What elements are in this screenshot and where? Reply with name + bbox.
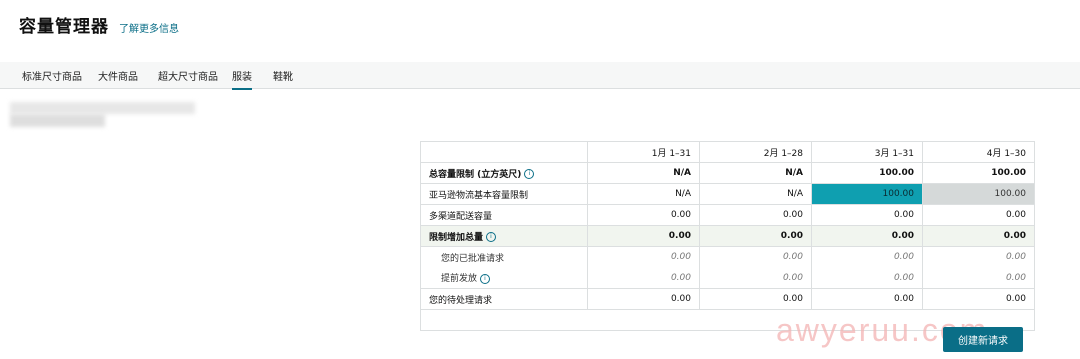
table-cell: N/A: [587, 183, 700, 205]
tab-apparel[interactable]: 服装: [232, 68, 252, 90]
column-header: [420, 141, 588, 163]
table-cell: 0.00: [587, 246, 700, 268]
info-icon[interactable]: i: [486, 232, 497, 242]
redacted-text: [10, 102, 195, 114]
row-label: 您的待处理请求: [420, 288, 588, 310]
table-cell: 0.00: [922, 246, 1035, 268]
table-cell: 0.00: [922, 204, 1035, 226]
column-header-mar: 3月 1–31: [811, 141, 923, 163]
tab-standard-size[interactable]: 标准尺寸商品: [22, 68, 82, 88]
create-new-request-button[interactable]: 创建新请求: [943, 327, 1023, 352]
page-header: 容量管理器 了解更多信息: [19, 12, 179, 37]
table-cell: 0.00: [587, 204, 700, 226]
learn-more-link[interactable]: 了解更多信息: [119, 20, 179, 35]
table-row-pending-requests: 您的待处理请求 0.00 0.00 0.00 0.00: [420, 288, 1035, 310]
column-header-feb: 2月 1–28: [699, 141, 812, 163]
table-cell: 0.00: [922, 288, 1035, 310]
table-row-early-release: 提前发放 i 0.00 0.00 0.00 0.00: [420, 267, 1035, 289]
column-header-jan: 1月 1–31: [587, 141, 700, 163]
table-row-total-limit: 总容量限制 (立方英尺) i N/A N/A 100.00 100.00: [420, 162, 1035, 184]
table-cell: 0.00: [699, 225, 812, 247]
table-cell: 0.00: [699, 288, 812, 310]
table-row-total-increase: 限制增加总量 i 0.00 0.00 0.00 0.00: [420, 225, 1035, 247]
table-row-mcf-capacity: 多渠道配送容量 0.00 0.00 0.00 0.00: [420, 204, 1035, 226]
row-label: 限制增加总量: [429, 232, 484, 243]
table-cell: N/A: [699, 183, 812, 205]
row-label-cell: 总容量限制 (立方英尺) i: [420, 162, 588, 184]
tab-extra-large[interactable]: 超大尺寸商品: [158, 68, 218, 88]
redacted-text: [10, 114, 105, 127]
table-cell-highlighted: 100.00: [922, 183, 1035, 205]
table-cell: 0.00: [587, 225, 700, 247]
tab-oversize[interactable]: 大件商品: [98, 68, 138, 88]
table-cell: 0.00: [699, 246, 812, 268]
category-tabs: 标准尺寸商品 大件商品 超大尺寸商品 服装 鞋靴: [0, 62, 1080, 90]
row-label: 您的已批准请求: [420, 246, 588, 268]
tab-footwear[interactable]: 鞋靴: [273, 68, 293, 88]
table-cell-highlighted: 100.00: [811, 183, 923, 205]
table-cell: 0.00: [587, 267, 700, 289]
table-cell: 0.00: [922, 267, 1035, 289]
table-row-base-limit: 亚马逊物流基本容量限制 N/A N/A 100.00 100.00: [420, 183, 1035, 205]
table-header-row: 1月 1–31 2月 1–28 3月 1–31 4月 1–30: [420, 141, 1035, 163]
row-label: 亚马逊物流基本容量限制: [420, 183, 588, 205]
table-cell: 0.00: [811, 246, 923, 268]
table-cell: N/A: [587, 162, 700, 184]
row-label-cell: 提前发放 i: [420, 267, 588, 289]
table-cell: 0.00: [587, 288, 700, 310]
page-title: 容量管理器: [19, 17, 109, 37]
row-label: 提前发放: [441, 274, 478, 285]
row-label: 多渠道配送容量: [420, 204, 588, 226]
info-icon[interactable]: i: [480, 273, 491, 284]
table-cell: 0.00: [811, 267, 923, 289]
table-cell: 0.00: [811, 225, 923, 247]
table-cell: 0.00: [699, 267, 812, 289]
info-icon[interactable]: i: [524, 169, 535, 179]
table-row-approved-requests: 您的已批准请求 0.00 0.00 0.00 0.00: [420, 246, 1035, 268]
table-cell: 100.00: [811, 162, 923, 184]
column-header-apr: 4月 1–30: [922, 141, 1035, 163]
table-cell: 0.00: [811, 288, 923, 310]
table-cell: 0.00: [699, 204, 812, 226]
table-cell: N/A: [699, 162, 812, 184]
row-label-cell: 限制增加总量 i: [420, 225, 588, 247]
table-cell: 100.00: [922, 162, 1035, 184]
row-label: 总容量限制 (立方英尺): [429, 169, 522, 180]
table-cell: 0.00: [922, 225, 1035, 247]
capacity-table: 1月 1–31 2月 1–28 3月 1–31 4月 1–30 总容量限制 (立…: [420, 141, 1035, 331]
table-cell: 0.00: [811, 204, 923, 226]
